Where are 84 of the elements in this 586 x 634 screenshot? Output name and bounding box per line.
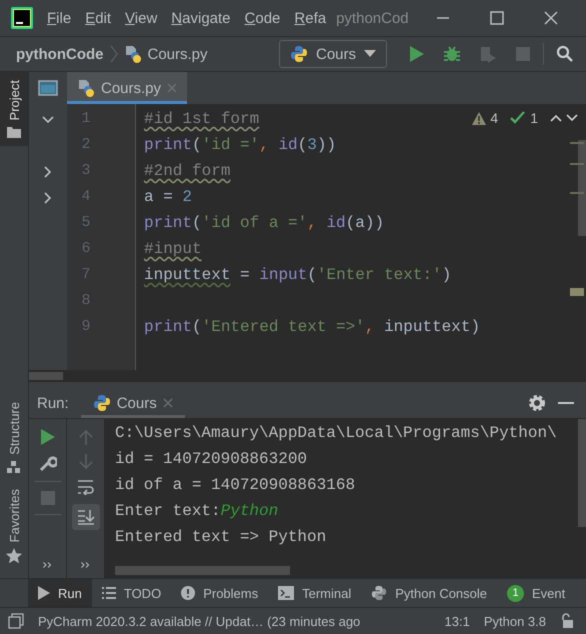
breadcrumb[interactable]: pythonCode <box>16 46 104 62</box>
run-configuration-dropdown[interactable]: Cours <box>278 40 387 68</box>
tool-window-tab[interactable]: Problems <box>171 579 268 607</box>
panel-toggle-icon[interactable] <box>8 613 24 629</box>
double-chevron-icon[interactable] <box>81 562 90 568</box>
settings-icon[interactable] <box>528 394 546 412</box>
scroll-to-end-icon <box>76 509 94 525</box>
double-chevron-icon[interactable] <box>43 562 52 568</box>
chevron-down-icon[interactable] <box>42 116 54 124</box>
dropdown-caret-icon <box>364 50 376 58</box>
tool-window-tab[interactable]: TODO <box>92 579 172 607</box>
tool-window-tab[interactable]: Run <box>28 579 92 607</box>
editor-tab[interactable]: Cours.py <box>67 72 188 104</box>
terminal-icon <box>278 586 294 600</box>
search-icon[interactable] <box>556 45 574 63</box>
minimize-icon[interactable] <box>558 401 574 405</box>
python-logo-icon <box>92 394 111 412</box>
tool-window-tab[interactable]: 1 Event <box>497 579 576 607</box>
breadcrumb[interactable]: Cours.py <box>148 46 208 62</box>
scrollbar[interactable] <box>29 372 63 380</box>
python-file-icon <box>124 45 142 63</box>
structure-icon <box>7 460 21 473</box>
menu-item[interactable]: Code <box>244 10 280 26</box>
tool-window-tab[interactable]: Terminal <box>268 579 362 607</box>
tool-window-tab[interactable]: Python Console <box>361 579 498 607</box>
window-layout-icon[interactable] <box>38 80 58 96</box>
code-line: print('id of a =', id(a)) <box>144 214 384 232</box>
run-icon[interactable] <box>40 429 54 445</box>
code-line: #2nd form <box>144 162 230 180</box>
scrollbar[interactable] <box>578 140 586 236</box>
console-line: id of a = 140720908863168 <box>115 475 356 496</box>
list-icon <box>102 587 116 599</box>
console-line: C:\Users\Amaury\AppData\Local\Programs\Python\ <box>115 423 558 444</box>
console-line: Enter text:Python <box>115 501 280 522</box>
menu-item[interactable]: Refa <box>294 10 326 26</box>
app-logo <box>11 7 33 29</box>
scroll-to-end-button[interactable] <box>72 504 100 530</box>
code-line: print('id =', id(3)) <box>144 136 336 154</box>
menu-item[interactable]: View <box>125 10 158 26</box>
python-logo-icon <box>371 585 388 601</box>
star-icon <box>6 548 22 564</box>
warning-count: 4 <box>490 110 498 126</box>
favorites-tab[interactable]: Favorites <box>0 480 28 572</box>
checkmark-icon[interactable] <box>510 111 526 125</box>
code-line: #id 1st form <box>144 110 260 128</box>
chevron-down-icon[interactable] <box>566 114 578 122</box>
console-line: Entered text => Python <box>115 527 328 548</box>
run-label: Run: <box>37 394 69 412</box>
chevron-right-icon[interactable] <box>44 192 52 204</box>
exclamation-icon <box>181 586 196 600</box>
chevron-up-icon[interactable] <box>550 114 562 122</box>
lock-icon[interactable] <box>560 613 574 629</box>
project-tab[interactable]: Project <box>0 72 28 146</box>
maximize-icon[interactable] <box>489 10 505 26</box>
status-message[interactable]: PyCharm 2020.3.2 available // Updat… (23 minutes ago <box>38 614 360 628</box>
menu-item[interactable]: Edit <box>85 10 112 26</box>
code-line: a = 2 <box>144 188 192 206</box>
menu-item[interactable]: Navigate <box>171 10 231 26</box>
console-line: id = 140720908863200 <box>115 449 308 470</box>
soft-wrap-icon[interactable] <box>76 479 94 495</box>
scrollbar[interactable] <box>578 419 586 527</box>
scrollbar[interactable] <box>115 566 290 575</box>
chevron-icon <box>110 45 118 63</box>
menu-item[interactable]: File <box>47 10 72 26</box>
interpreter-label[interactable]: Python 3.8 <box>484 614 546 628</box>
structure-tab[interactable]: Structure <box>0 394 28 481</box>
python-logo-icon <box>290 45 308 63</box>
code-line: inputtext = input('Enter text:') <box>144 266 452 284</box>
wrench-icon[interactable] <box>38 454 56 472</box>
play-icon <box>38 586 50 600</box>
run-icon[interactable] <box>409 45 425 63</box>
window-title: pythonCod <box>336 10 409 26</box>
chevron-right-icon[interactable] <box>44 166 52 178</box>
code-line: print('Entered text =>', inputtext) <box>144 318 480 336</box>
caret-position[interactable]: 13:1 <box>444 614 470 628</box>
weak-warning-count: 1 <box>530 110 538 126</box>
run-configuration-tab[interactable]: Cours <box>80 388 185 418</box>
bug-icon[interactable] <box>443 45 461 63</box>
code-line: #input <box>144 240 202 258</box>
folder-icon <box>7 126 21 138</box>
notification-badge: 1 <box>507 584 524 602</box>
close-icon[interactable] <box>543 10 559 26</box>
warning-icon[interactable] <box>472 112 486 124</box>
python-file-icon <box>77 79 95 97</box>
